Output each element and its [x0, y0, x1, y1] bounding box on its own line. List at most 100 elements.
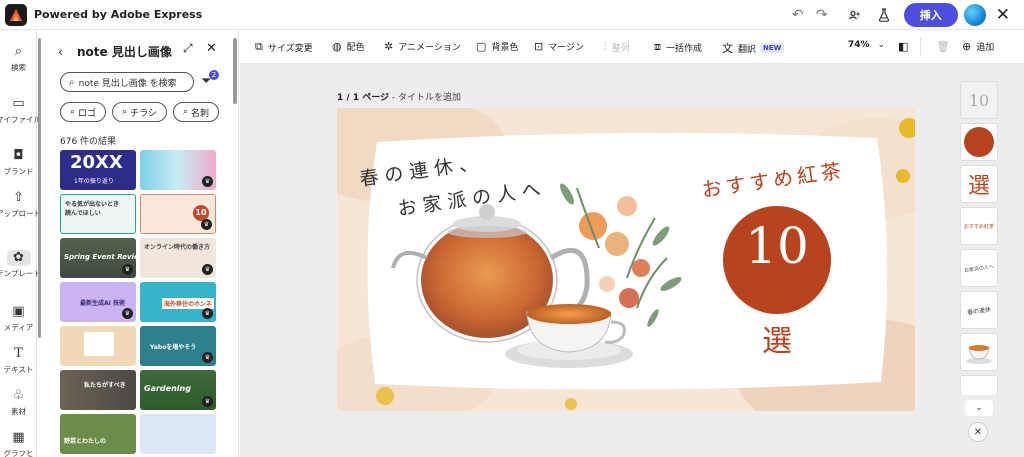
layer-thumb[interactable]: お家派の人へ [960, 249, 998, 287]
trash-icon: 🗑 [936, 40, 950, 53]
rail-scrollbar[interactable] [38, 38, 41, 338]
pages-button[interactable]: ◧ [898, 40, 913, 53]
panel-close-icon[interactable]: ✕ [206, 41, 217, 56]
resize-icon: ⧉ [255, 40, 263, 53]
filter-count-badge: 2 [209, 70, 219, 80]
template-thumb[interactable]: 野菜とわたしの [60, 414, 136, 454]
animation-button[interactable]: ✲ アニメーション [384, 40, 461, 53]
premium-crown-icon: ♛ [202, 352, 213, 363]
zoom-dropdown[interactable]: 74% ⌄ [848, 40, 885, 50]
big-number[interactable]: 10 [723, 216, 831, 276]
align-button[interactable]: ⫶ 整列 [604, 40, 630, 54]
result-count: 676 件の結果 [60, 137, 117, 147]
template-thumb[interactable]: Gardening ♛ [140, 370, 216, 410]
rail-item-media[interactable]: ▣ メディア [0, 304, 37, 333]
search-icon: ⌕ [14, 44, 23, 59]
avatar[interactable] [963, 4, 986, 26]
rail-item-charts[interactable]: ▦ グラフと [0, 430, 37, 457]
chip-flyer[interactable]: ⌕ チラシ [112, 102, 167, 122]
close-icon[interactable]: ✕ [968, 422, 988, 442]
background-button[interactable]: ▢ 背景色 [476, 40, 518, 53]
rail-item-brand[interactable]: ◘ ブランド [0, 148, 37, 177]
premium-crown-icon: ♛ [202, 308, 213, 319]
media-icon: ▣ [12, 304, 25, 319]
premium-crown-icon: ♛ [201, 219, 212, 230]
template-thumb[interactable]: やる気が出ないとき 読んでほしい [60, 194, 136, 234]
undo-icon[interactable]: ↶ [786, 3, 810, 27]
left-rail: ⌕ 検索 ▭ マイファイル ◘ ブランド ⇧ アップロード ✿ テンプレート ▣… [0, 30, 41, 457]
rail-item-upload[interactable]: ⇧ アップロード [0, 190, 41, 219]
bulk-create-button[interactable]: ⧈ 一括作成 [654, 40, 702, 54]
chip-logo[interactable]: ⌕ ロゴ [60, 102, 107, 122]
brand-icon: ◘ [13, 148, 24, 163]
margin-button[interactable]: ⊡ マージン [534, 40, 584, 53]
palette-icon: ◍ [332, 40, 342, 53]
pages-icon: ◧ [898, 40, 909, 53]
folder-icon: ▭ [12, 96, 25, 111]
rail-item-search[interactable]: ⌕ 検索 [0, 44, 37, 73]
chevron-down-icon[interactable]: ⌄ [965, 400, 993, 416]
rail-item-elements[interactable]: ♧ 素材 [0, 388, 37, 417]
premium-crown-icon: ♛ [202, 396, 213, 407]
elements-icon: ♧ [12, 388, 25, 403]
template-thumb[interactable] [140, 414, 216, 454]
selection-suffix[interactable]: 選 [757, 316, 797, 360]
artboard[interactable]: 春の連休、 お家派の人へ おすすめ紅茶 10 選 [337, 108, 915, 411]
layer-thumb[interactable]: おすすめ紅茶 [960, 207, 998, 245]
canvas-area: 1 / 1 ページ - タイトルを追加 春の連休、 お家派の人へ おすすめ紅茶 … [240, 64, 948, 457]
color-button[interactable]: ◍ 配色 [332, 40, 365, 53]
app-title: Powered by Adobe Express [34, 8, 203, 21]
template-thumb[interactable]: Spring Event Review ♛ [60, 238, 136, 278]
rail-item-text[interactable]: T テキスト [0, 346, 37, 375]
panel-scrollbar[interactable] [233, 38, 237, 104]
translate-icon: 文 [722, 42, 733, 55]
rail-item-templates[interactable]: ✿ テンプレート [0, 250, 41, 279]
template-thumb[interactable]: Yaboを増やそう ♛ [140, 326, 216, 366]
premium-crown-icon: ♛ [122, 308, 133, 319]
margin-icon: ⊡ [534, 40, 544, 53]
share-user-icon[interactable] [842, 3, 866, 27]
layer-thumb[interactable]: 選 [960, 165, 998, 203]
flask-icon[interactable] [872, 3, 896, 27]
plus-circle-icon: ⊕ [962, 40, 972, 53]
adobe-express-logo-icon [5, 3, 27, 26]
search-icon: ⌕ [70, 107, 76, 117]
expand-icon[interactable]: ⤢ [183, 41, 193, 56]
resize-button[interactable]: ⧉ サイズ変更 [255, 40, 313, 54]
insert-button[interactable]: 挿入 [903, 3, 958, 27]
layer-thumb[interactable] [960, 375, 998, 395]
template-thumb[interactable]: 10 ♛ [140, 194, 216, 234]
layer-thumb[interactable]: 春の連休 [960, 291, 998, 329]
template-thumb[interactable]: 最新生成AI 技術 ♛ [60, 282, 136, 322]
chevron-down-icon: ⌄ [877, 40, 886, 50]
translate-button[interactable]: 文翻訳 NEW [722, 40, 785, 56]
template-thumb[interactable]: ♛ [140, 150, 216, 190]
premium-crown-icon: ♛ [202, 264, 213, 275]
rail-item-files[interactable]: ▭ マイファイル [0, 96, 41, 125]
template-thumb[interactable]: オンライン時代の働き方 ♛ [140, 238, 216, 278]
bulk-create-icon: ⧈ [654, 40, 661, 53]
layer-thumb[interactable]: 10 [960, 81, 998, 119]
template-thumb[interactable] [60, 326, 136, 366]
search-input[interactable]: ⌕ note 見出し画像 を検索 [60, 72, 194, 92]
suggestion-chips: ⌕ ロゴ ⌕ チラシ ⌕ 名刺 [60, 102, 219, 122]
template-icon: ✿ [6, 250, 31, 266]
background-icon: ▢ [476, 40, 487, 53]
page-indicator[interactable]: 1 / 1 ページ - タイトルを追加 [337, 90, 461, 103]
delete-button[interactable]: 🗑 [936, 40, 955, 53]
search-icon: ⌕ [122, 107, 128, 117]
layer-thumb[interactable] [960, 333, 998, 371]
template-thumb[interactable]: 私たちがすべき [60, 370, 136, 410]
search-icon: ⌕ [182, 107, 188, 117]
align-icon: ⫶ [604, 40, 607, 53]
add-page-button[interactable]: ⊕ 追加 [962, 40, 994, 53]
back-arrow-icon[interactable]: ‹ [58, 45, 72, 59]
template-thumb[interactable]: 20XX 1年の振り返り [60, 150, 136, 190]
redo-icon[interactable]: ↷ [810, 3, 834, 27]
panel-title: note 見出し画像 [77, 45, 172, 59]
close-icon[interactable]: ✕ [996, 5, 1010, 25]
layer-thumb[interactable] [960, 123, 998, 161]
chip-business-card[interactable]: ⌕ 名刺 [172, 102, 219, 122]
text-icon: T [14, 346, 23, 361]
template-thumb[interactable]: 海外移住のホンネ ♛ [140, 282, 216, 322]
